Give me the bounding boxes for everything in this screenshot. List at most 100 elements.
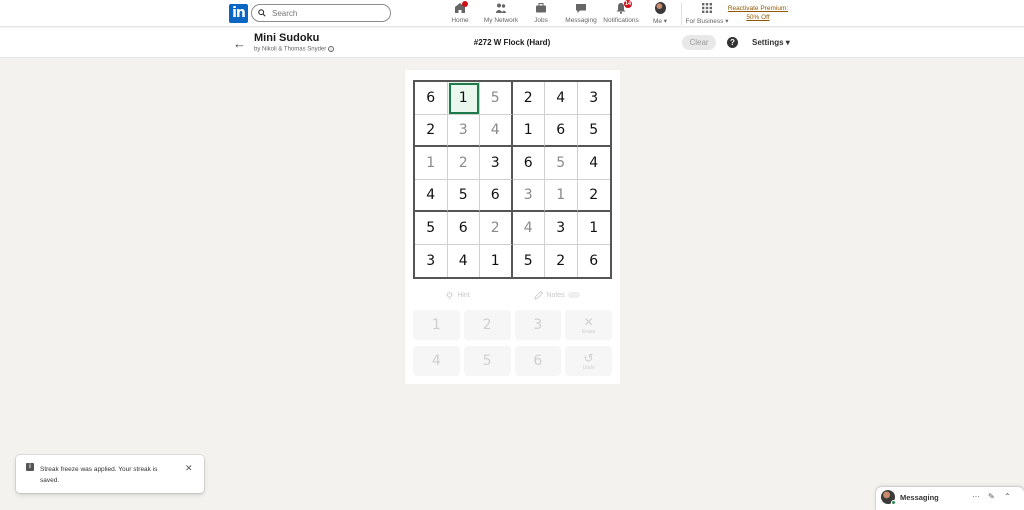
hint-label: Hint (457, 291, 470, 299)
chevron-up-icon[interactable]: ⌃ (1004, 492, 1011, 501)
key-1[interactable]: 1 (413, 310, 460, 340)
grid-cell-r2c6[interactable]: 5 (577, 115, 610, 147)
search-input[interactable] (272, 8, 382, 18)
grid-cell-r4c2[interactable]: 5 (447, 179, 480, 212)
clear-button[interactable]: Clear (682, 35, 716, 50)
nav-messaging[interactable]: Messaging (559, 2, 603, 24)
close-icon[interactable]: ✕ (185, 463, 193, 474)
key-5[interactable]: 5 (463, 346, 511, 376)
grid-cell-r2c4[interactable]: 1 (512, 114, 545, 147)
settings-button[interactable]: Settings ▾ (752, 38, 790, 47)
erase-button[interactable]: ✕ Erase (565, 310, 612, 340)
grid-cell-r1c1[interactable]: 6 (415, 82, 448, 115)
undo-icon: ↺ (583, 350, 594, 365)
grid-cell-r4c1[interactable]: 4 (415, 179, 448, 212)
nav-for-business[interactable]: For Business ▾ (685, 2, 729, 25)
messaging-tray[interactable]: Messaging ··· ✎ ⌃ (876, 487, 1024, 510)
key-3[interactable]: 3 (514, 310, 562, 340)
grid-cell-r3c6[interactable]: 4 (577, 147, 610, 180)
grid-cell-r1c6[interactable]: 3 (577, 82, 610, 115)
nav-jobs[interactable]: Jobs (519, 2, 563, 24)
erase-label: Erase (582, 328, 596, 335)
compose-icon[interactable]: ✎ (988, 492, 995, 501)
nav-home-label: Home (451, 17, 469, 24)
nav-my-network[interactable]: My Network (479, 2, 523, 24)
grid-cell-r4c5[interactable]: 1 (545, 179, 578, 212)
game-header: ← Mini Sudoku by Nikoli & Thomas Snyder … (0, 28, 1024, 58)
undo-button[interactable]: ↺ Undo (565, 346, 612, 376)
grid-cell-r2c2[interactable]: 3 (447, 114, 480, 147)
grid-cell-r5c2[interactable]: 6 (447, 212, 480, 245)
grid-cell-r2c5[interactable]: 6 (545, 114, 578, 147)
tool-row: Hint Notes (413, 288, 612, 302)
grid-cell-r4c6[interactable]: 2 (577, 180, 610, 212)
notes-button[interactable]: Notes (534, 288, 580, 302)
grid-cell-r3c1[interactable]: 1 (415, 147, 448, 180)
online-status-dot (891, 500, 896, 505)
messaging-label: Messaging (900, 493, 939, 502)
help-icon[interactable]: ? (727, 37, 738, 48)
top-nav: in Home My Network Jobs Messaging 14 Not… (0, 0, 1024, 27)
info-icon[interactable]: i (327, 46, 334, 52)
search-box[interactable] (251, 4, 391, 22)
grid-cell-r3c2[interactable]: 2 (447, 147, 480, 180)
reactivate-premium-link[interactable]: Reactivate Premium: 50% Off (727, 4, 789, 22)
key-6[interactable]: 6 (514, 346, 562, 376)
premium-line-2: 50% Off (746, 14, 770, 21)
profile-avatar (654, 2, 666, 14)
grid-cell-r1c5[interactable]: 4 (545, 82, 578, 115)
toast-message: Streak freeze was applied. Your streak i… (40, 466, 158, 484)
nav-messaging-label: Messaging (565, 17, 597, 24)
hint-button[interactable]: Hint (445, 288, 470, 302)
lightbulb-icon (446, 290, 454, 299)
grid-cell-r1c3[interactable]: 5 (480, 82, 513, 115)
info-icon: i (26, 463, 34, 471)
grid-cell-r5c1[interactable]: 5 (415, 212, 448, 245)
notes-label: Notes (546, 291, 565, 299)
page-title: Mini Sudoku (254, 32, 320, 44)
nav-home[interactable]: Home (438, 1, 482, 24)
nav-jobs-label: Jobs (534, 17, 548, 24)
key-4[interactable]: 4 (413, 346, 460, 376)
pencil-icon (534, 290, 544, 300)
grid-cell-r3c5[interactable]: 5 (545, 147, 578, 180)
grid-cell-r3c3[interactable]: 3 (480, 147, 513, 180)
grid-cell-r5c6[interactable]: 1 (577, 212, 610, 245)
streak-toast: i Streak freeze was applied. Your streak… (16, 455, 204, 493)
grid-apps-icon (702, 3, 712, 13)
home-badge (462, 1, 468, 7)
grid-cell-r3c4[interactable]: 6 (512, 147, 545, 180)
search-icon (258, 9, 266, 17)
nav-notifications[interactable]: 14 Notifications (599, 0, 643, 24)
grid-cell-r5c4[interactable]: 4 (512, 212, 545, 245)
nav-notifications-label: Notifications (603, 17, 639, 24)
notes-toggle[interactable] (567, 292, 580, 298)
x-icon: ✕ (583, 314, 594, 329)
grid-cell-r6c1[interactable]: 3 (415, 244, 448, 277)
grid-cell-r6c6[interactable]: 6 (578, 245, 611, 278)
grid-cell-r6c4[interactable]: 5 (513, 244, 545, 277)
nav-me-label: Me ▾ (652, 18, 668, 25)
grid-cell-r1c2[interactable]: 1 (447, 82, 480, 115)
grid-cell-r1c4[interactable]: 2 (512, 82, 545, 115)
grid-cell-r6c5[interactable]: 2 (545, 244, 578, 277)
grid-cell-r2c1[interactable]: 2 (415, 114, 448, 147)
premium-line-1: Reactivate Premium: (727, 5, 789, 12)
grid-cell-r4c4[interactable]: 3 (512, 179, 545, 212)
more-options-icon[interactable]: ··· (972, 492, 980, 501)
nav-me[interactable]: Me ▾ (638, 2, 682, 25)
key-2[interactable]: 2 (463, 310, 511, 340)
number-pad: 1 2 3 ✕ Erase 4 5 6 ↺ Undo (413, 310, 612, 376)
puzzle-title: #272 W Flock (Hard) (473, 38, 551, 47)
grid-cell-r5c5[interactable]: 3 (545, 212, 578, 245)
grid-cell-r5c3[interactable]: 2 (480, 212, 513, 245)
notifications-badge: 14 (624, 0, 633, 8)
grid-cell-r4c3[interactable]: 6 (480, 179, 513, 212)
nav-for-business-label: For Business ▾ (685, 18, 729, 25)
grid-cell-r2c3[interactable]: 4 (480, 114, 513, 147)
grid-cell-r6c3[interactable]: 1 (480, 244, 513, 277)
grid-cell-r6c2[interactable]: 4 (448, 244, 480, 277)
linkedin-logo[interactable]: in (229, 4, 248, 23)
back-arrow-icon[interactable]: ← (233, 36, 246, 51)
people-icon (496, 3, 506, 13)
